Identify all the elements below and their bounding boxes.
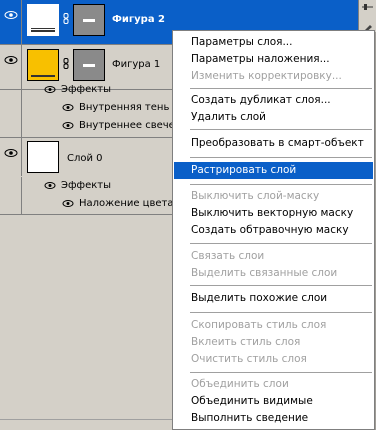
vector-mask-thumbnail[interactable] (73, 4, 105, 36)
menu-item-paste-layer-style[interactable]: Вклеить стиль слоя (174, 334, 373, 351)
menu-item-disable-vector-mask[interactable]: Выключить векторную маску (174, 205, 373, 222)
effects-label: Эффекты (61, 180, 111, 191)
eye-icon[interactable] (62, 103, 74, 112)
menu-item-link-layers[interactable]: Связать слои (174, 248, 373, 265)
menu-item-disable-layer-mask[interactable]: Выключить слой-маску (174, 188, 373, 205)
menu-item-flatten-image[interactable]: Выполнить сведение (174, 410, 373, 427)
menu-separator (190, 157, 372, 158)
menu-separator (190, 312, 372, 313)
layer-name: Слой 0 (67, 153, 103, 164)
menu-item-layer-properties[interactable]: Параметры слоя... (174, 34, 373, 51)
menu-item-merge-visible[interactable]: Объединить видимые (174, 393, 373, 410)
menu-separator (190, 184, 372, 185)
panel-bottom-bar (0, 419, 172, 430)
layer-thumbnail[interactable] (27, 4, 59, 36)
eye-icon (4, 11, 18, 19)
vector-mask-thumbnail[interactable] (73, 49, 105, 81)
visibility-toggle[interactable] (0, 138, 22, 176)
menu-item-rasterize-layer[interactable]: Растрировать слой (174, 162, 373, 179)
menu-item-convert-smart-object[interactable]: Преобразовать в смарт-объект (174, 135, 373, 152)
menu-separator (190, 285, 372, 286)
eye-icon[interactable] (62, 121, 74, 130)
effects-label: Эффекты (61, 84, 111, 95)
eye-icon[interactable] (44, 181, 56, 190)
menu-separator (190, 129, 372, 130)
effect-inner-shadow: Внутренняя тень (79, 102, 170, 113)
visibility-toggle[interactable] (0, 0, 22, 44)
eye-icon[interactable] (62, 199, 74, 208)
menu-separator (190, 372, 372, 373)
menu-item-edit-adjustment[interactable]: Изменить корректировку... (174, 68, 373, 85)
menu-item-delete-layer[interactable]: Удалить слой (174, 109, 373, 126)
menu-separator (190, 243, 372, 244)
menu-item-select-similar-layers[interactable]: Выделить похожие слои (174, 290, 373, 307)
layer-name: Фигура 2 (112, 14, 166, 25)
context-menu: Параметры слоя... Параметры наложения...… (172, 30, 375, 430)
eye-icon[interactable] (44, 85, 56, 94)
link-icon (63, 13, 69, 24)
menu-item-blending-options[interactable]: Параметры наложения... (174, 51, 373, 68)
menu-item-create-clipping-mask[interactable]: Создать обтравочную маску (174, 222, 373, 239)
menu-item-copy-layer-style[interactable]: Скопировать стиль слоя (174, 317, 373, 334)
menu-item-select-linked-layers[interactable]: Выделить связанные слои (174, 265, 373, 282)
layer-name: Фигура 1 (112, 59, 161, 70)
panel-menu-icon[interactable] (361, 2, 374, 14)
effect-color-overlay: Наложение цвета (79, 198, 174, 209)
menu-separator (190, 88, 372, 89)
eye-icon (4, 56, 18, 64)
layer-thumbnail[interactable] (27, 141, 59, 173)
eye-icon (4, 149, 18, 157)
menu-item-merge-layers[interactable]: Объединить слои (174, 376, 373, 393)
link-icon (63, 58, 69, 69)
menu-item-duplicate-layer[interactable]: Создать дубликат слоя... (174, 92, 373, 109)
menu-item-clear-layer-style[interactable]: Очистить стиль слоя (174, 351, 373, 368)
layer-thumbnail[interactable] (27, 49, 59, 81)
